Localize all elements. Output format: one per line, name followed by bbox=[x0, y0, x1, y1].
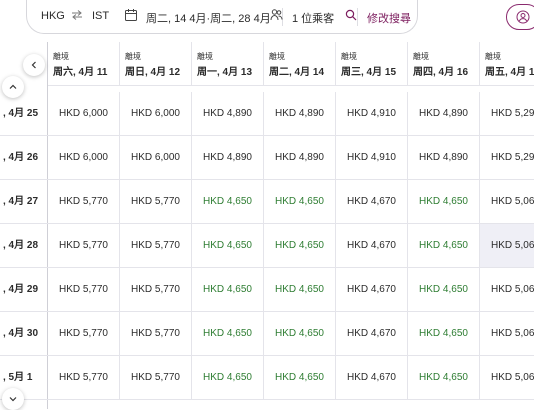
column-header-date: 周三, 4月 15 bbox=[341, 67, 397, 78]
column-header-label: 離境 bbox=[197, 52, 213, 61]
price-cell[interactable]: HKD 5,770 bbox=[48, 224, 120, 268]
price-cell[interactable]: HKD 4,890 bbox=[264, 136, 336, 180]
column-header-label: 離境 bbox=[269, 52, 285, 61]
earlier-return-button[interactable] bbox=[2, 76, 24, 98]
row-return-date: , 4月 29 bbox=[0, 268, 48, 312]
column-header: 離境周四, 4月 16 bbox=[408, 42, 480, 86]
origin-code[interactable]: HKG bbox=[41, 10, 65, 22]
price-cell[interactable]: HKD 6,000 bbox=[120, 92, 192, 136]
price-cell[interactable]: HKD 5,770 bbox=[48, 180, 120, 224]
column-header: 離境周五, 4月 17 bbox=[480, 42, 534, 86]
passengers-icon bbox=[270, 9, 283, 21]
price-cell[interactable]: HKD 4,890 bbox=[408, 92, 480, 136]
price-cell[interactable]: HKD 4,670 bbox=[336, 224, 408, 268]
column-header: 離境周六, 4月 11 bbox=[48, 42, 120, 86]
row-return-date: , 4月 27 bbox=[0, 180, 48, 224]
price-cell[interactable]: HKD 4,650 bbox=[408, 224, 480, 268]
modify-search-button[interactable]: 修改搜尋 bbox=[367, 10, 411, 26]
price-cell[interactable]: HKD 4,890 bbox=[192, 92, 264, 136]
price-cell[interactable]: HKD 5,290 bbox=[480, 92, 534, 136]
price-cell[interactable]: HKD 4,910 bbox=[336, 136, 408, 180]
price-cell[interactable]: HKD 4,650 bbox=[192, 312, 264, 356]
price-cell[interactable]: HKD 5,060 bbox=[480, 180, 534, 224]
row-return-date: , 4月 26 bbox=[0, 136, 48, 180]
price-cell[interactable]: HKD 5,060 bbox=[480, 312, 534, 356]
price-cell[interactable]: HKD 5,770 bbox=[48, 268, 120, 312]
price-cell[interactable]: HKD 4,650 bbox=[408, 268, 480, 312]
price-cell[interactable]: HKD 4,670 bbox=[336, 312, 408, 356]
price-cell[interactable]: HKD 4,670 bbox=[336, 356, 408, 400]
price-cell[interactable]: HKD 4,650 bbox=[264, 180, 336, 224]
column-header: 離境周一, 4月 13 bbox=[192, 42, 264, 86]
row-return-date: , 4月 30 bbox=[0, 312, 48, 356]
price-cell[interactable]: HKD 6,000 bbox=[48, 92, 120, 136]
price-cell[interactable]: HKD 6,000 bbox=[48, 136, 120, 180]
search-icon bbox=[345, 9, 357, 21]
price-cell[interactable]: HKD 5,290 bbox=[480, 136, 534, 180]
price-cell[interactable]: HKD 4,890 bbox=[192, 136, 264, 180]
user-account-button[interactable] bbox=[506, 4, 534, 30]
price-cell[interactable]: HKD 4,650 bbox=[408, 312, 480, 356]
price-cell[interactable]: HKD 5,770 bbox=[120, 312, 192, 356]
price-cell[interactable]: HKD 4,670 bbox=[336, 268, 408, 312]
price-cell[interactable]: HKD 4,650 bbox=[264, 224, 336, 268]
price-cell[interactable]: HKD 4,650 bbox=[264, 268, 336, 312]
column-header-date: 周二, 4月 14 bbox=[269, 67, 325, 78]
price-calendar-grid: 離境 周六, 4月 11 離境 周日, 4月 12 離境 周一, 4月 13 離境 周二, 4… bbox=[0, 42, 534, 410]
top-bar: HKG IST 周二, 14 4月·周二, 28 4月 1 位乘客 修改搜尋 bbox=[0, 0, 534, 42]
price-cell[interactable]: HKD 4,890 bbox=[408, 136, 480, 180]
price-cell[interactable]: HKD 5,770 bbox=[120, 268, 192, 312]
column-header-label: 離境 bbox=[125, 52, 141, 61]
price-cell[interactable]: HKD 5,770 bbox=[120, 356, 192, 400]
calendar-icon bbox=[125, 9, 137, 21]
price-cell[interactable]: HKD 5,770 bbox=[120, 224, 192, 268]
price-cell[interactable]: HKD 5,770 bbox=[48, 356, 120, 400]
column-header-label: 離境 bbox=[341, 52, 357, 61]
row-return-date: , 4月 28 bbox=[0, 224, 48, 268]
price-cell[interactable]: HKD 4,650 bbox=[192, 224, 264, 268]
swap-arrows-icon[interactable] bbox=[71, 9, 83, 21]
price-cell[interactable]: HKD 4,650 bbox=[408, 180, 480, 224]
column-header-date: 周一, 4月 13 bbox=[197, 67, 253, 78]
column-header-date: 周日, 4月 12 bbox=[125, 67, 181, 78]
search-summary-bar[interactable]: HKG IST 周二, 14 4月·周二, 28 4月 1 位乘客 修改搜尋 bbox=[26, 0, 418, 34]
column-header-label: 離境 bbox=[53, 52, 69, 61]
chevron-down-icon bbox=[9, 397, 17, 402]
price-cell[interactable]: HKD 5,060 bbox=[480, 268, 534, 312]
price-cell[interactable]: HKD 4,650 bbox=[264, 312, 336, 356]
column-header: 離境周三, 4月 15 bbox=[336, 42, 408, 86]
price-cell[interactable]: HKD 4,650 bbox=[408, 356, 480, 400]
destination-code[interactable]: IST bbox=[92, 10, 109, 22]
later-return-button[interactable] bbox=[2, 388, 24, 410]
column-header-label: 離境 bbox=[485, 52, 501, 61]
price-cell[interactable]: HKD 5,060 bbox=[480, 224, 534, 268]
passenger-count[interactable]: 1 位乘客 bbox=[292, 10, 334, 26]
column-header-date: 周六, 4月 11 bbox=[53, 67, 108, 78]
price-cell[interactable]: HKD 4,650 bbox=[264, 356, 336, 400]
column-header-label: 離境 bbox=[413, 52, 429, 61]
row-return-date: , 4月 25 bbox=[0, 92, 48, 136]
column-header: 離境周二, 4月 14 bbox=[264, 42, 336, 86]
column-header-date: 周五, 4月 17 bbox=[485, 67, 534, 78]
price-cell[interactable]: HKD 5,060 bbox=[480, 356, 534, 400]
divider bbox=[357, 8, 358, 26]
price-cell[interactable]: HKD 5,770 bbox=[48, 312, 120, 356]
price-cell[interactable]: HKD 4,650 bbox=[192, 268, 264, 312]
price-cell[interactable]: HKD 4,650 bbox=[192, 180, 264, 224]
user-icon bbox=[516, 10, 530, 24]
chevron-up-icon bbox=[9, 84, 17, 89]
previous-dates-button[interactable] bbox=[23, 54, 45, 76]
column-header-date: 周四, 4月 16 bbox=[413, 67, 469, 78]
price-cell[interactable]: HKD 4,910 bbox=[336, 92, 408, 136]
price-cell[interactable]: HKD 4,650 bbox=[192, 356, 264, 400]
travel-dates[interactable]: 周二, 14 4月·周二, 28 4月 bbox=[146, 10, 271, 26]
price-cell[interactable]: HKD 5,770 bbox=[120, 180, 192, 224]
column-header: 離境周日, 4月 12 bbox=[120, 42, 192, 86]
chevron-left-icon bbox=[31, 61, 36, 69]
price-cell[interactable]: HKD 4,890 bbox=[264, 92, 336, 136]
price-cell[interactable]: HKD 6,000 bbox=[120, 136, 192, 180]
price-cell[interactable]: HKD 4,670 bbox=[336, 180, 408, 224]
